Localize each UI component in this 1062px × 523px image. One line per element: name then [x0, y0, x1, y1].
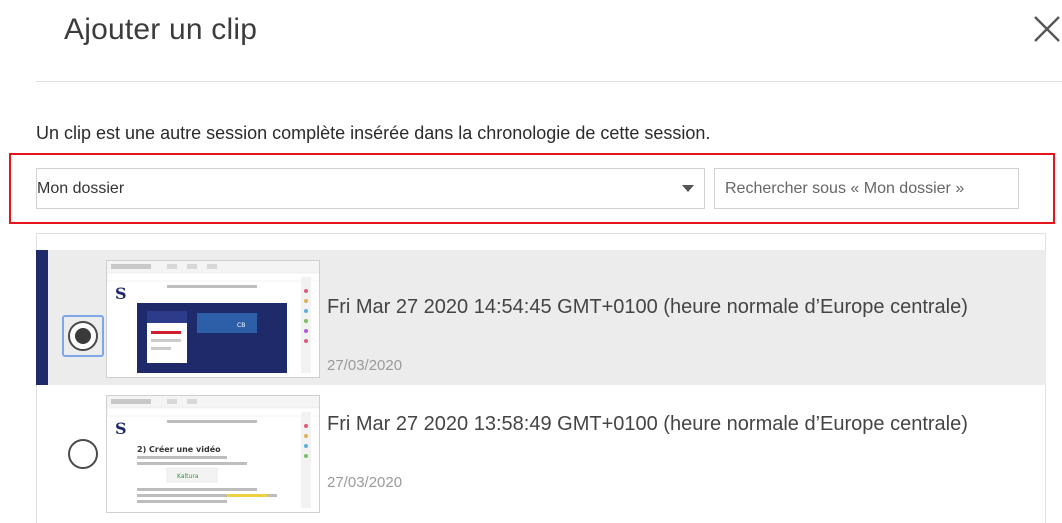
clip-thumbnail: S CB: [106, 260, 320, 378]
dialog-description: Un clip est une autre session complète i…: [36, 123, 711, 143]
session-preview-icon: S CB: [107, 261, 319, 373]
svg-text:S: S: [115, 419, 127, 438]
clip-radio[interactable]: [68, 321, 98, 351]
session-preview-icon: S 2) Créer une vidéo Kaltura: [107, 396, 319, 508]
svg-text:2) Créer une vidéo: 2) Créer une vidéo: [137, 444, 221, 454]
clip-date: 27/03/2020: [327, 357, 403, 374]
svg-text:CB: CB: [237, 322, 245, 329]
clip-row[interactable]: S 2) Créer une vidéo Kaltura Fri Mar 27 …: [36, 385, 1046, 520]
clip-title: Fri Mar 27 2020 14:54:45 GMT+0100 (heure…: [327, 296, 968, 318]
clip-row[interactable]: S CB Fri Mar 27 2020 14:54:45 GMT+0100 (…: [36, 250, 1046, 385]
clip-title: Fri Mar 27 2020 13:58:49 GMT+0100 (heure…: [327, 413, 968, 435]
svg-text:Kaltura: Kaltura: [177, 473, 199, 480]
clip-date: 27/03/2020: [327, 474, 403, 491]
close-icon: [1034, 16, 1060, 42]
svg-text:S: S: [115, 284, 127, 303]
dialog-title: Ajouter un clip: [64, 13, 258, 46]
clip-radio[interactable]: [68, 439, 98, 469]
selected-indicator: [36, 250, 48, 385]
folder-select-value: Mon dossier: [37, 180, 125, 197]
search-input[interactable]: [714, 168, 1019, 209]
close-button[interactable]: [1032, 14, 1062, 54]
chevron-down-icon: [682, 185, 694, 192]
radio-dot-icon: [75, 328, 91, 344]
clip-thumbnail: S 2) Créer une vidéo Kaltura: [106, 395, 320, 513]
folder-select[interactable]: Mon dossier: [36, 168, 705, 209]
header-divider: [36, 81, 1062, 82]
